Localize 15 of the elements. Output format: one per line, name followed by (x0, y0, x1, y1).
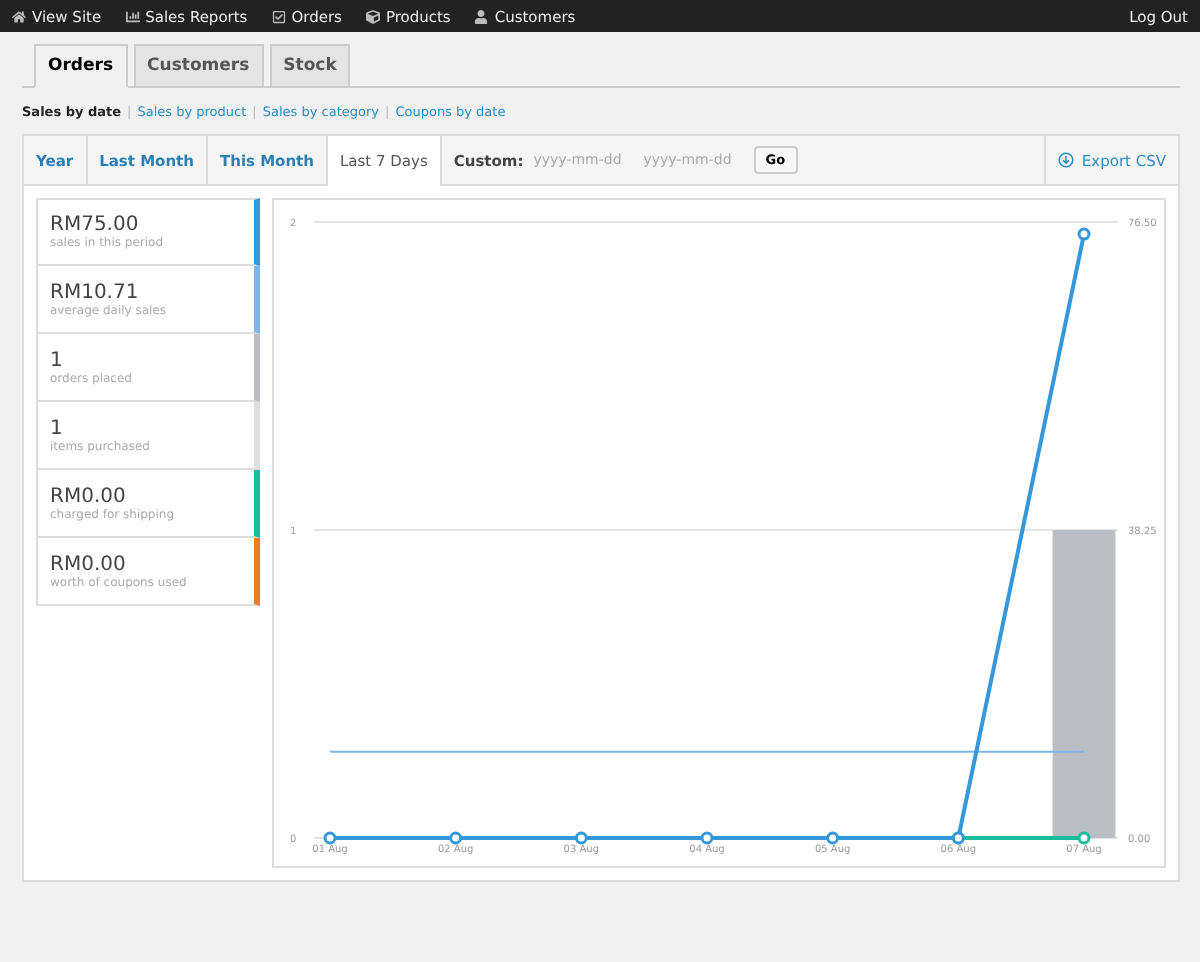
cube-icon (365, 9, 380, 23)
bar-chart-icon (125, 9, 140, 23)
legend-value: 1 (50, 417, 65, 439)
legend-value: RM0.00 (50, 485, 128, 507)
home-icon (12, 9, 26, 23)
report-tab[interactable]: Orders (34, 44, 128, 88)
checkbox-icon (271, 9, 286, 23)
user-icon (474, 9, 489, 23)
report-tab[interactable]: Stock (269, 44, 351, 86)
download-icon (1057, 152, 1074, 168)
legend-value: RM10.71 (50, 281, 141, 303)
legend-value: RM75.00 (50, 214, 141, 236)
legend-value: 1 (50, 349, 65, 371)
report-tab[interactable]: Customers (133, 44, 264, 86)
legend-value: RM0.00 (50, 553, 128, 575)
